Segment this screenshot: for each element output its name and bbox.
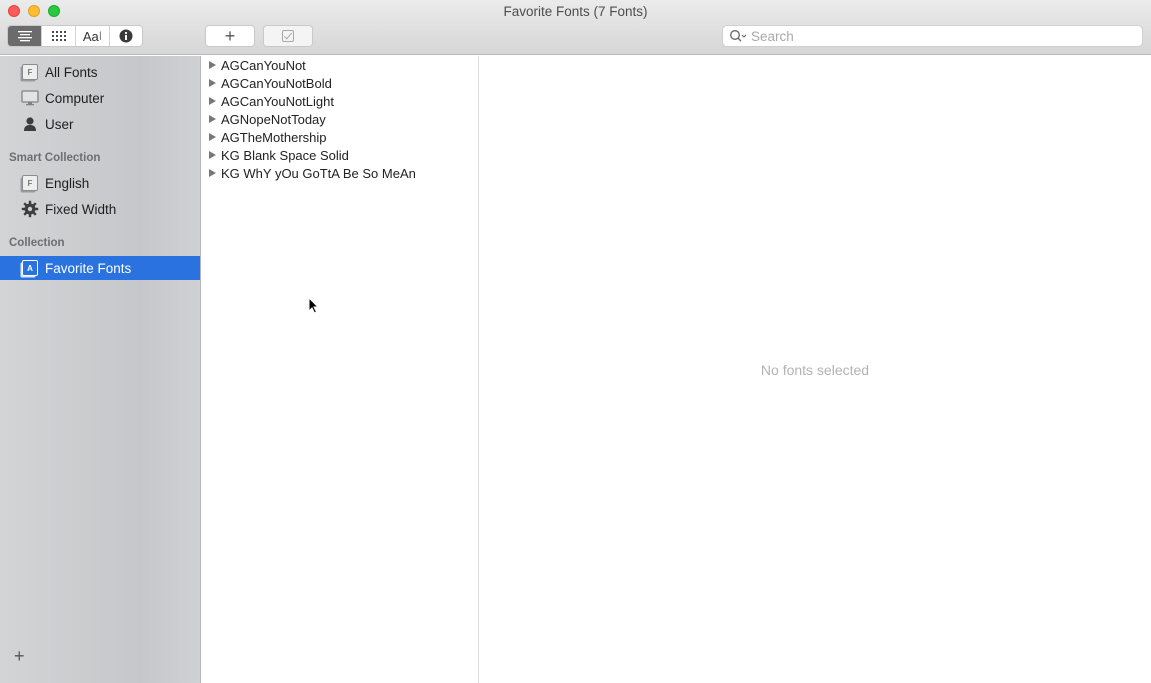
sidebar: F All Fonts Computer User Smart Collecti… <box>0 56 201 683</box>
sidebar-item-label: All Fonts <box>45 64 98 80</box>
grid-dots-icon <box>51 31 66 41</box>
font-family-name: AGCanYouNotLight <box>221 93 334 109</box>
font-family-name: KG WhY yOu GoTtA Be So MeAn <box>221 165 416 181</box>
font-family-row[interactable]: AGCanYouNot <box>201 56 478 74</box>
collection-header: Collection <box>9 237 65 249</box>
font-family-name: AGCanYouNotBold <box>221 75 332 91</box>
plus-icon: + <box>224 25 236 46</box>
grid-view-button[interactable] <box>42 26 76 46</box>
font-book-window: Favorite Fonts (7 Fonts) Aa I + Search F… <box>0 0 1151 683</box>
font-family-list: AGCanYouNot AGCanYouNotBold AGCanYouNotL… <box>201 56 479 683</box>
disclosure-triangle-icon[interactable] <box>209 133 216 141</box>
sidebar-item-label: User <box>45 116 74 132</box>
disclosure-triangle-icon[interactable] <box>209 97 216 105</box>
user-icon <box>24 117 36 131</box>
info-icon <box>119 29 133 43</box>
sidebar-item-label: English <box>45 175 90 191</box>
view-mode-segmented-control: Aa I <box>7 25 143 47</box>
sidebar-item-user[interactable]: User <box>0 112 200 136</box>
info-view-button[interactable] <box>110 26 142 46</box>
sidebar-item-english[interactable]: F English <box>0 171 200 195</box>
search-field[interactable] <box>722 25 1143 47</box>
validate-fonts-button[interactable] <box>263 25 313 47</box>
add-fonts-button[interactable]: + <box>205 25 255 47</box>
gear-icon <box>21 200 39 218</box>
font-family-name: AGTheMothership <box>221 129 327 145</box>
disclosure-triangle-icon[interactable] <box>209 79 216 87</box>
sidebar-item-label: Fixed Width <box>45 201 117 217</box>
font-family-row[interactable]: AGCanYouNotLight <box>201 92 478 110</box>
smart-collection-header: Smart Collection <box>9 152 101 164</box>
checkbox-icon <box>282 30 294 42</box>
font-book-icon: F <box>22 64 38 80</box>
font-family-row[interactable]: AGTheMothership <box>201 128 478 146</box>
mouse-cursor-icon <box>308 297 320 314</box>
font-family-name: AGNopeNotToday <box>221 111 326 127</box>
computer-icon <box>21 90 39 106</box>
disclosure-triangle-icon[interactable] <box>209 169 216 177</box>
sidebar-item-fixed-width[interactable]: Fixed Width <box>0 197 200 221</box>
window-title: Favorite Fonts (7 Fonts) <box>503 4 648 19</box>
font-preview-pane: No fonts selected <box>479 56 1151 683</box>
sample-list-view-button[interactable] <box>8 26 42 46</box>
custom-sample-view-button[interactable]: Aa I <box>76 26 110 46</box>
font-family-name: AGCanYouNot <box>221 57 306 73</box>
font-family-row[interactable]: AGCanYouNotBold <box>201 74 478 92</box>
search-input[interactable] <box>751 28 1131 44</box>
sidebar-item-computer[interactable]: Computer <box>0 86 200 110</box>
list-lines-icon <box>17 31 32 42</box>
sidebar-item-label: Favorite Fonts <box>45 260 132 276</box>
search-icon <box>730 30 747 42</box>
sidebar-item-all-fonts[interactable]: F All Fonts <box>0 60 200 84</box>
disclosure-triangle-icon[interactable] <box>209 151 216 159</box>
text-cursor-aa-icon: Aa <box>82 28 99 44</box>
collection-icon: A <box>22 260 38 276</box>
disclosure-triangle-icon[interactable] <box>209 61 216 69</box>
empty-state-message: No fonts selected <box>760 362 870 378</box>
disclosure-triangle-icon[interactable] <box>209 115 216 123</box>
font-family-name: KG Blank Space Solid <box>221 147 349 163</box>
font-family-row[interactable]: AGNopeNotToday <box>201 110 478 128</box>
font-family-row[interactable]: KG Blank Space Solid <box>201 146 478 164</box>
sidebar-item-favorite-fonts[interactable]: A Favorite Fonts <box>0 256 200 280</box>
sidebar-item-label: Computer <box>45 90 105 106</box>
add-collection-button[interactable]: + <box>14 646 25 667</box>
font-family-row[interactable]: KG WhY yOu GoTtA Be So MeAn <box>201 164 478 182</box>
title-bar: Favorite Fonts (7 Fonts) Aa I + Search <box>0 0 1151 55</box>
font-book-icon: F <box>22 175 38 191</box>
